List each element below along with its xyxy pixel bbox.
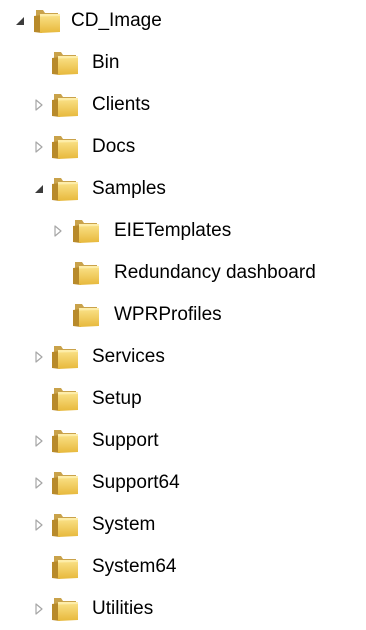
folder-icon (32, 8, 62, 34)
folder-icon (50, 176, 80, 202)
collapsed-arrow-icon[interactable] (31, 433, 47, 449)
tree-item-label: Bin (92, 52, 120, 73)
tree-item-label: Utilities (92, 598, 154, 619)
tree-item-docs[interactable]: Docs (0, 126, 366, 168)
tree-item-services[interactable]: Services (0, 336, 366, 378)
collapsed-arrow-icon[interactable] (50, 223, 66, 239)
tree-item-system[interactable]: System (0, 504, 366, 546)
folder-tree: CD_Image Bin Clients Docs Samples EIETem… (0, 0, 366, 622)
collapsed-arrow-icon[interactable] (31, 139, 47, 155)
tree-item-eietemplates[interactable]: EIETemplates (0, 210, 366, 252)
tree-item-redundancy-dashboard[interactable]: Redundancy dashboard (0, 252, 366, 294)
tree-item-label: CD_Image (71, 10, 162, 31)
collapsed-arrow-icon[interactable] (31, 517, 47, 533)
expanded-arrow-icon[interactable] (31, 181, 47, 197)
collapsed-arrow-icon[interactable] (31, 601, 47, 617)
tree-item-label: Support (92, 430, 159, 451)
tree-item-label: Support64 (92, 472, 180, 493)
tree-item-clients[interactable]: Clients (0, 84, 366, 126)
tree-item-label: Clients (92, 94, 151, 115)
folder-icon (50, 134, 80, 160)
folder-icon (50, 512, 80, 538)
tree-item-label: Samples (92, 178, 166, 199)
collapsed-arrow-icon[interactable] (31, 349, 47, 365)
tree-item-label: Services (92, 346, 165, 367)
tree-item-cd-image[interactable]: CD_Image (0, 0, 366, 42)
folder-icon (50, 386, 80, 412)
tree-item-label: Setup (92, 388, 142, 409)
tree-item-label: WPRProfiles (114, 304, 222, 325)
tree-item-setup[interactable]: Setup (0, 378, 366, 420)
expanded-arrow-icon[interactable] (12, 13, 28, 29)
tree-item-bin[interactable]: Bin (0, 42, 366, 84)
folder-icon (50, 50, 80, 76)
tree-item-label: Docs (92, 136, 136, 157)
tree-item-label: EIETemplates (114, 220, 232, 241)
folder-icon (71, 218, 101, 244)
folder-icon (71, 260, 101, 286)
tree-item-system64[interactable]: System64 (0, 546, 366, 588)
folder-icon (50, 344, 80, 370)
tree-item-support64[interactable]: Support64 (0, 462, 366, 504)
folder-icon (50, 92, 80, 118)
folder-icon (71, 302, 101, 328)
tree-item-label: Redundancy dashboard (114, 262, 316, 283)
folder-icon (50, 470, 80, 496)
tree-item-support[interactable]: Support (0, 420, 366, 462)
folder-icon (50, 554, 80, 580)
tree-item-samples[interactable]: Samples (0, 168, 366, 210)
tree-item-label: System (92, 514, 156, 535)
tree-item-utilities[interactable]: Utilities (0, 588, 366, 630)
collapsed-arrow-icon[interactable] (31, 97, 47, 113)
folder-icon (50, 596, 80, 622)
tree-item-label: System64 (92, 556, 177, 577)
tree-item-wprprofiles[interactable]: WPRProfiles (0, 294, 366, 336)
collapsed-arrow-icon[interactable] (31, 475, 47, 491)
folder-icon (50, 428, 80, 454)
